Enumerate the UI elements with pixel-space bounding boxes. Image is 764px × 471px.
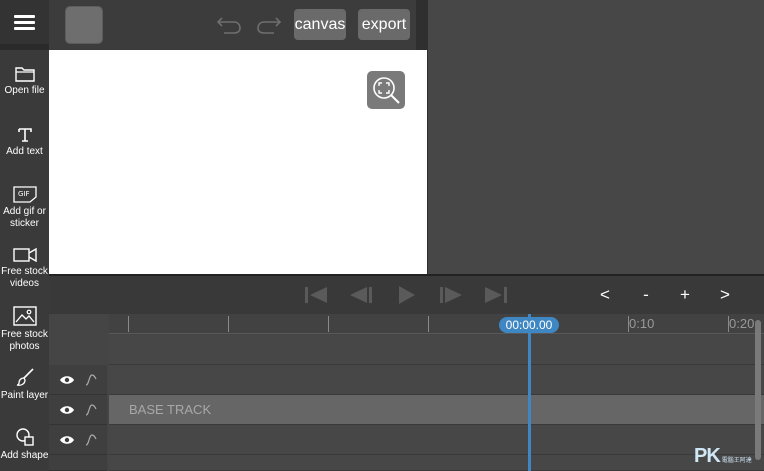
scroll-right-button[interactable]: > (713, 282, 737, 308)
add-shape-button[interactable]: Add shape (0, 427, 49, 462)
play-icon (399, 286, 415, 304)
base-track-label: BASE TRACK (129, 402, 212, 417)
track-controls (49, 455, 107, 471)
step-back-icon (350, 287, 372, 303)
timeline-scrollbar[interactable] (755, 320, 761, 460)
undo-button[interactable] (215, 12, 243, 36)
svg-text:GIF: GIF (18, 190, 30, 198)
paint-layer-label: Paint layer (0, 390, 49, 401)
skip-start-icon (305, 287, 327, 303)
video-canvas[interactable] (49, 50, 427, 274)
playback-bar: < - + > (49, 276, 764, 314)
track-4[interactable] (109, 455, 764, 471)
ruler-tick (328, 316, 329, 332)
shapes-icon (15, 428, 34, 446)
scroll-left-button[interactable]: < (593, 282, 617, 308)
fit-zoom-button[interactable] (367, 71, 405, 109)
add-gif-button[interactable]: GIF Add gif or sticker (0, 186, 49, 230)
curve-icon[interactable] (85, 433, 97, 446)
watermark-brand: PK (694, 445, 721, 467)
stock-videos-label: Free stock videos (1, 266, 48, 289)
eye-icon[interactable] (59, 435, 75, 445)
toolbar-separator (416, 0, 427, 50)
base-track[interactable]: BASE TRACK (109, 395, 764, 425)
canvas-button[interactable]: canvas (294, 9, 346, 40)
eye-icon[interactable] (59, 375, 75, 385)
track-1[interactable] (109, 365, 764, 395)
add-shape-label: Add shape (0, 450, 49, 461)
track-empty[interactable] (109, 335, 764, 365)
text-icon (17, 128, 32, 142)
folder-icon (14, 67, 35, 82)
track-3[interactable] (109, 425, 764, 455)
top-toolbar: canvas export (49, 0, 416, 50)
open-file-button[interactable]: Open file (0, 66, 49, 97)
ruler-label-20s: 0:20 (729, 316, 755, 331)
step-back-button[interactable] (348, 284, 374, 306)
stock-photos-label: Free stock photos (1, 329, 48, 352)
watermark-logo: PK 電腦王阿達 (694, 445, 752, 468)
eye-icon[interactable] (59, 405, 75, 415)
step-forward-icon (440, 287, 462, 303)
video-camera-icon (12, 247, 37, 263)
current-time-badge[interactable]: 00:00.00 (499, 317, 559, 333)
properties-panel (427, 0, 764, 274)
curve-icon[interactable] (85, 373, 97, 386)
export-button[interactable]: export (358, 9, 410, 40)
add-text-button[interactable]: Add text (0, 127, 49, 158)
track-controls (49, 365, 107, 395)
left-sidebar: Open file Add text GIF Add gif or sticke… (0, 0, 49, 471)
ruler-label-10s: 0:10 (629, 316, 655, 331)
stock-videos-button[interactable]: Free stock videos (0, 247, 49, 290)
play-button[interactable] (393, 284, 419, 306)
ruler-tick (128, 316, 129, 332)
project-thumbnail[interactable] (65, 6, 103, 44)
playhead[interactable] (528, 314, 531, 471)
open-file-label: Open file (4, 85, 45, 96)
redo-icon (257, 17, 282, 34)
skip-to-start-button[interactable] (303, 284, 329, 306)
ruler-tick (428, 316, 429, 332)
redo-button[interactable] (255, 12, 283, 36)
skip-to-end-button[interactable] (483, 284, 509, 306)
ruler-tick (228, 316, 229, 332)
paint-layer-button[interactable]: Paint layer (0, 367, 49, 402)
undo-icon (216, 17, 241, 34)
paint-brush-icon (16, 368, 34, 386)
gif-icon: GIF (12, 186, 37, 203)
curve-icon[interactable] (85, 403, 97, 416)
image-icon (12, 306, 37, 326)
stock-photos-button[interactable]: Free stock photos (0, 306, 49, 353)
add-text-label: Add text (6, 146, 43, 157)
menu-button[interactable] (0, 0, 49, 50)
skip-end-icon (485, 287, 507, 303)
time-ruler[interactable]: 0:10 0:20 (109, 314, 764, 334)
watermark-subtext: 電腦王阿達 (721, 458, 752, 464)
add-gif-label: Add gif or sticker (3, 206, 46, 229)
track-controls (49, 425, 107, 455)
zoom-out-button[interactable]: - (634, 282, 658, 308)
zoom-in-button[interactable]: + (673, 282, 697, 308)
timeline: 0:10 0:20 BASE TRACK 00:00.00 (49, 314, 764, 471)
track-controls (49, 395, 107, 425)
zoom-fit-icon (373, 77, 400, 104)
step-forward-button[interactable] (438, 284, 464, 306)
hamburger-icon (14, 14, 35, 30)
